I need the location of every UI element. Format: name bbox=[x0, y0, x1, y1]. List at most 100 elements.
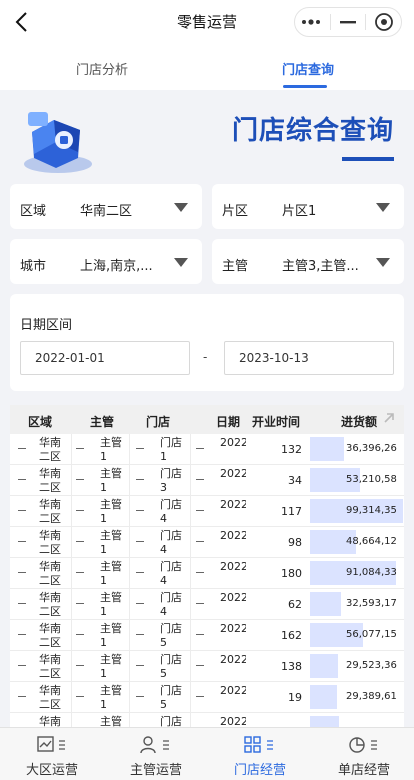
collapse-icon[interactable] bbox=[76, 510, 84, 511]
col-manager[interactable]: 主管 bbox=[90, 413, 114, 430]
cell-date: 2022-09-20 bbox=[220, 529, 246, 542]
cell-date: 2022-11-14 bbox=[220, 560, 246, 573]
tab-store-query[interactable]: 门店查询 bbox=[282, 59, 334, 78]
cell-manager: 主管1 bbox=[100, 436, 122, 463]
collapse-icon[interactable] bbox=[136, 603, 144, 604]
city-value: 上海,南京,... bbox=[80, 259, 153, 274]
nav-manager-ops[interactable]: 主管运营 bbox=[104, 728, 208, 780]
collapse-icon[interactable] bbox=[76, 541, 84, 542]
collapse-icon[interactable] bbox=[18, 448, 26, 449]
grid-icon bbox=[208, 736, 312, 758]
cell-manager: 主管1 bbox=[100, 467, 122, 494]
cell-manager: 主管1 bbox=[100, 529, 122, 556]
collapse-icon[interactable] bbox=[18, 634, 26, 635]
col-region[interactable]: 区域 bbox=[28, 413, 52, 430]
collapse-icon[interactable] bbox=[136, 696, 144, 697]
collapse-icon[interactable] bbox=[136, 634, 144, 635]
close-capsule-icon[interactable] bbox=[366, 8, 401, 36]
table-row[interactable]: 华南二区 主管1 门店5 2022-05-17 138 29,523,36 bbox=[10, 651, 404, 682]
collapse-icon[interactable] bbox=[76, 603, 84, 604]
collapse-icon[interactable] bbox=[18, 541, 26, 542]
table-row[interactable]: 华南二区 主管1 门店5 2022-05-05 162 56,077,15 bbox=[10, 620, 404, 651]
start-date-input[interactable]: 2022-01-01 bbox=[20, 341, 190, 375]
collapse-icon[interactable] bbox=[18, 479, 26, 480]
collapse-icon[interactable] bbox=[136, 448, 144, 449]
table-row[interactable]: 华南二区 主管1 门店4 2022-09-17 117 99,314,35 bbox=[10, 496, 404, 527]
collapse-icon[interactable] bbox=[18, 665, 26, 666]
col-store[interactable]: 门店 bbox=[146, 413, 170, 430]
collapse-icon[interactable] bbox=[136, 479, 144, 480]
table-row[interactable]: 华南二区 主管1 门店4 2022-09-20 98 48,664,12 bbox=[10, 527, 404, 558]
table-row[interactable]: 华南二区 主管1 门店3 2022-06-26 34 53,210,58 bbox=[10, 465, 404, 496]
collapse-icon[interactable] bbox=[76, 479, 84, 480]
area-select[interactable]: 片区 片区1 bbox=[212, 184, 404, 229]
collapse-icon[interactable] bbox=[18, 696, 26, 697]
nav-store-ops[interactable]: 门店经营 bbox=[208, 728, 312, 780]
region-label: 区域 bbox=[20, 204, 47, 219]
collapse-icon[interactable] bbox=[136, 665, 144, 666]
collapse-icon[interactable] bbox=[196, 634, 204, 635]
collapse-icon[interactable] bbox=[196, 479, 204, 480]
end-date-input[interactable]: 2023-10-13 bbox=[224, 341, 394, 375]
expand-icon[interactable] bbox=[382, 411, 396, 428]
collapse-icon[interactable] bbox=[136, 572, 144, 573]
cell-amount: 29,389,61 bbox=[346, 691, 397, 702]
collapse-icon[interactable] bbox=[18, 603, 26, 604]
nav-label: 大区运营 bbox=[25, 763, 78, 778]
table-row[interactable]: 华南二区 主管1 门店5 2022-05-28 19 29,389,61 bbox=[10, 682, 404, 713]
table-row[interactable]: 华南二区 主管1 门店1 2022-12-23 132 36,396,26 bbox=[10, 434, 404, 465]
collapse-icon[interactable] bbox=[136, 510, 144, 511]
collapse-icon[interactable] bbox=[18, 572, 26, 573]
cell-date: 2022- bbox=[220, 715, 246, 727]
collapse-icon[interactable] bbox=[76, 572, 84, 573]
more-icon[interactable] bbox=[295, 8, 330, 36]
city-select[interactable]: 城市 上海,南京,... bbox=[10, 239, 202, 284]
region-select[interactable]: 区域 华南二区 bbox=[10, 184, 202, 229]
cell-open-days: 34 bbox=[288, 474, 302, 487]
tab-store-analysis[interactable]: 门店分析 bbox=[76, 59, 128, 78]
store-logo-icon bbox=[20, 102, 96, 176]
amount-bar bbox=[310, 685, 337, 709]
collapse-icon[interactable] bbox=[196, 696, 204, 697]
cell-amount: 32,593,17 bbox=[346, 598, 397, 609]
collapse-icon[interactable] bbox=[18, 510, 26, 511]
nav-region-ops[interactable]: 大区运营 bbox=[0, 728, 104, 780]
chevron-down-icon bbox=[376, 258, 390, 267]
cell-store: 门店4 bbox=[160, 560, 182, 587]
collapse-icon[interactable] bbox=[196, 510, 204, 511]
cell-amount: 53,210,58 bbox=[346, 474, 397, 485]
table-row[interactable]: 华南二区 主管1 门店4 2022-11-14 180 91,084,33 bbox=[10, 558, 404, 589]
nav-label: 门店经营 bbox=[233, 763, 286, 778]
manager-select[interactable]: 主管 主管3,主管... bbox=[212, 239, 404, 284]
cell-region: 华南二区 bbox=[39, 498, 61, 525]
nav-single-store-ops[interactable]: 单店经营 bbox=[312, 728, 414, 780]
collapse-icon[interactable] bbox=[76, 665, 84, 666]
col-amount[interactable]: 进货额 bbox=[341, 413, 377, 430]
collapse-icon[interactable] bbox=[196, 572, 204, 573]
cell-date: 2022-05-28 bbox=[220, 684, 246, 697]
col-date[interactable]: 日期 bbox=[216, 413, 240, 430]
nav-label: 单店经营 bbox=[337, 763, 390, 778]
collapse-icon[interactable] bbox=[196, 665, 204, 666]
collapse-icon[interactable] bbox=[76, 696, 84, 697]
collapse-icon[interactable] bbox=[196, 448, 204, 449]
cell-open-days: 19 bbox=[288, 691, 302, 704]
area-value: 片区1 bbox=[282, 204, 317, 219]
amount-bar bbox=[310, 437, 344, 461]
col-open-days[interactable]: 开业时间 bbox=[252, 413, 300, 430]
collapse-icon[interactable] bbox=[76, 634, 84, 635]
cell-store: 门店5 bbox=[160, 684, 182, 711]
collapse-icon[interactable] bbox=[196, 541, 204, 542]
cell-amount: 48,664,12 bbox=[346, 536, 397, 547]
table-row[interactable]: 华南二区 主管1 门店4 2022-11-23 62 32,593,17 bbox=[10, 589, 404, 620]
collapse-icon[interactable] bbox=[136, 541, 144, 542]
collapse-icon[interactable] bbox=[76, 448, 84, 449]
cell-date: 2022-06-26 bbox=[220, 467, 246, 480]
table-row[interactable]: 华南二区 主管1 门店5 2022- bbox=[10, 713, 404, 727]
title-underline bbox=[342, 157, 394, 161]
minimize-icon[interactable] bbox=[331, 8, 366, 36]
collapse-icon[interactable] bbox=[196, 603, 204, 604]
region-value: 华南二区 bbox=[80, 204, 133, 219]
active-tab-indicator bbox=[283, 85, 327, 88]
cell-store: 门店4 bbox=[160, 498, 182, 525]
